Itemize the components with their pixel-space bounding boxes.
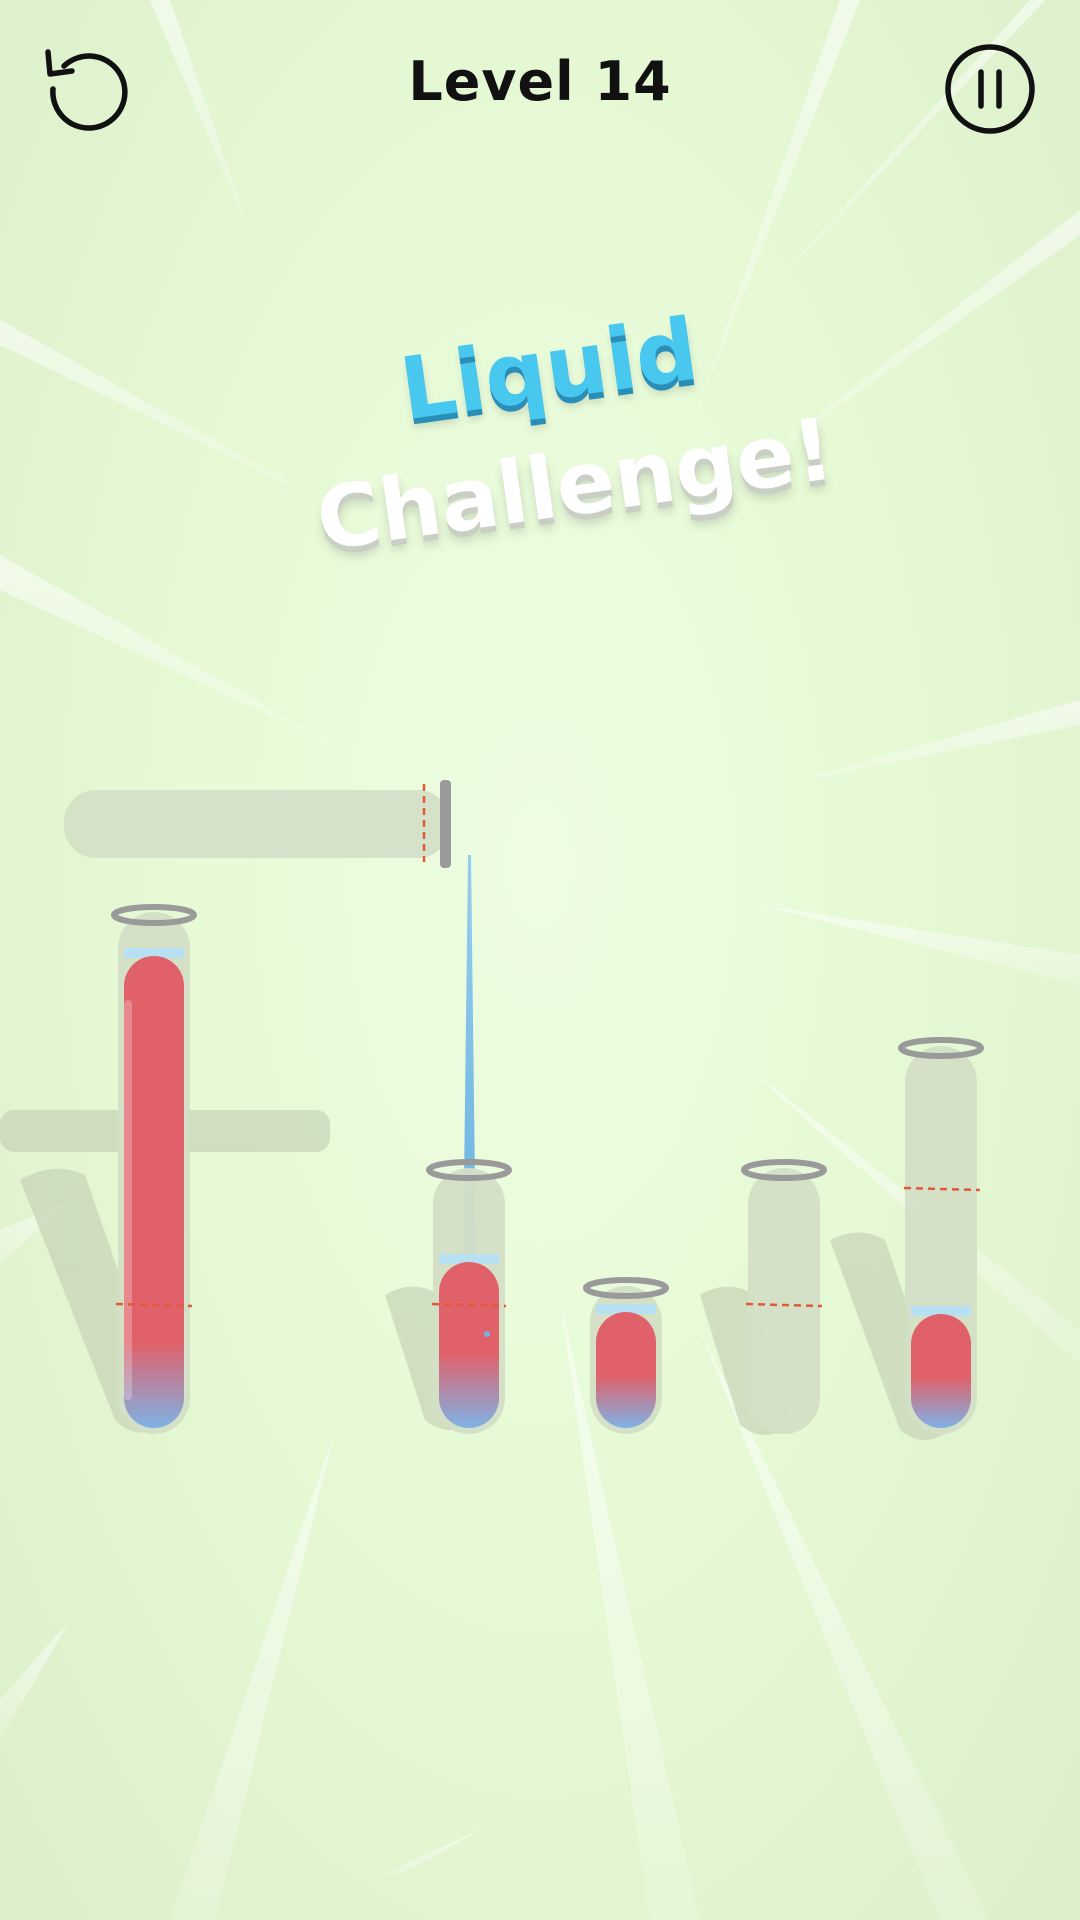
tube-5[interactable] <box>898 1037 984 1434</box>
source-tube-rim <box>440 780 451 868</box>
tube-3-liquid <box>596 1312 656 1428</box>
tube-2[interactable] <box>426 1159 512 1434</box>
tube-3[interactable] <box>583 1277 669 1434</box>
tube-5-liquid <box>911 1314 971 1428</box>
source-tube[interactable] <box>64 780 451 868</box>
tube-4[interactable] <box>741 1159 827 1434</box>
tube-2-liquid <box>439 1262 499 1428</box>
game-board <box>0 780 984 1440</box>
tube-1[interactable] <box>111 904 197 1434</box>
tube-1-liquid <box>124 956 184 1428</box>
